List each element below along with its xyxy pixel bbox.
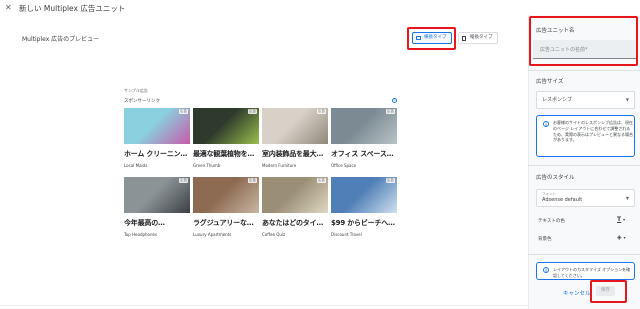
ad-size-info: i お客様のサイトのレスポンシブ広告は、現在のページ レイアウトに合わせて調整さ… <box>536 115 635 157</box>
divider <box>528 70 640 71</box>
ad-title: オフィス スペース… <box>331 150 394 158</box>
ad-card[interactable]: 広告今年最高の… Top Headphones <box>124 177 190 237</box>
ad-title: あなたはどのタイ… <box>262 219 324 227</box>
preview-label: Multiplex 広告のプレビュー <box>22 36 100 43</box>
ad-card[interactable]: 広告最適な観葉植物を… Green Thumb <box>193 108 259 168</box>
ad-card[interactable]: 広告ホーム クリーニン… Local Maids <box>124 108 190 168</box>
chevron-down-icon: ▼ <box>625 97 629 102</box>
highlight-tab <box>407 27 456 50</box>
ad-title: $99 からビーチへ… <box>331 219 395 227</box>
ad-title: ラグジュアリーな… <box>193 219 254 227</box>
ad-title: 室内装飾品を最大… <box>262 150 324 158</box>
font-select[interactable]: フォント Adsense default ▼ <box>536 189 635 207</box>
ad-image: 広告 <box>331 177 397 213</box>
ad-image: 広告 <box>124 108 190 144</box>
ad-card[interactable]: 広告オフィス スペース… Office Space <box>331 108 397 168</box>
ad-image: 広告 <box>193 108 259 144</box>
ad-advertiser: Green Thumb <box>193 163 221 168</box>
info-icon: i <box>543 121 549 127</box>
bg-color-label: 背景色 <box>538 237 552 242</box>
ad-size-info-text: お客様のサイトのレスポンシブ広告は、現在のページ レイアウトに合わせて調整される… <box>553 120 633 143</box>
ad-title: ホーム クリーニン… <box>124 150 188 158</box>
chevron-down-icon: ▾ <box>623 217 626 222</box>
ad-image: 広告 <box>193 177 259 213</box>
ad-image: 広告 <box>124 177 190 213</box>
tab-vertical-label: 縦長タイプ <box>470 35 493 40</box>
font-value: Adsense default <box>542 197 583 203</box>
tab-vertical[interactable]: 縦長タイプ <box>458 32 498 44</box>
info-icon: i <box>543 267 549 273</box>
ad-advertiser: Modern Furniture <box>262 163 297 168</box>
ad-advertiser: Office Space <box>331 163 357 168</box>
ad-advertiser: Discount Travel <box>331 232 362 237</box>
layout-info-text: レイアウトのカスタマイズ オプションを確認してください。 <box>553 267 631 278</box>
dialog-title: 新しい Multiplex 広告ユニット <box>19 4 126 13</box>
divider <box>528 165 640 166</box>
ad-size-select[interactable]: レスポンシブ ▼ <box>536 91 635 109</box>
ad-card[interactable]: 広告 $99 からビーチへ… Discount Travel <box>331 177 397 237</box>
ad-badge: 広告 <box>317 178 326 183</box>
ad-card[interactable]: 広告ラグジュアリーな… Luxury Apartments <box>193 177 259 237</box>
highlight-name-field <box>529 16 638 66</box>
ad-title: 最適な観葉植物を… <box>193 150 255 158</box>
close-icon[interactable]: ✕ <box>5 3 12 12</box>
ad-advertiser: Coffee Quiz <box>262 232 286 237</box>
divider <box>528 254 640 255</box>
cancel-button[interactable]: キャンセル <box>563 289 591 297</box>
text-color-label: テキストの色 <box>538 219 565 224</box>
ad-badge: 広告 <box>248 178 257 183</box>
layout-info: i レイアウトのカスタマイズ オプションを確認してください。 <box>536 262 635 280</box>
ad-advertiser: Top Headphones <box>124 232 158 237</box>
ad-badge: 広告 <box>179 178 188 183</box>
ad-card[interactable]: 広告室内装飾品を最大… Modern Furniture <box>262 108 328 168</box>
ad-badge: 広告 <box>248 109 257 114</box>
ad-card[interactable]: 広告あなたはどのタイ… Coffee Quiz <box>262 177 328 237</box>
top-bar: ✕ 新しい Multiplex 広告ユニット <box>0 0 640 16</box>
chevron-down-icon: ▼ <box>625 195 629 201</box>
ad-title: 今年最高の… <box>124 219 165 227</box>
ad-style-label: 広告のスタイル <box>536 175 575 181</box>
ad-image: 広告 <box>262 108 328 144</box>
ad-badge: 広告 <box>317 109 326 114</box>
paint-bucket-icon: ◈ <box>617 234 622 241</box>
adchoices-icon[interactable]: i <box>392 98 397 103</box>
ad-advertiser: Luxury Apartments <box>193 232 232 237</box>
ad-size-label: 広告サイズ <box>536 79 564 85</box>
ad-advertiser: Local Maids <box>124 163 148 168</box>
text-color-icon: T <box>617 216 622 223</box>
ad-size-value: レスポンシブ <box>542 97 573 103</box>
ad-image: 広告 <box>331 108 397 144</box>
ad-badge: 広告 <box>386 178 395 183</box>
ad-badge: 広告 <box>386 109 395 114</box>
divider <box>0 305 528 306</box>
ad-image: 広告 <box>262 177 328 213</box>
bg-color-picker[interactable]: ◈ ▾ <box>617 234 626 241</box>
vertical-layout-icon <box>462 35 466 41</box>
chevron-down-icon: ▾ <box>623 235 626 240</box>
ad-badge: 広告 <box>179 109 188 114</box>
sponsored-label: スポンサーリンク <box>124 99 160 104</box>
highlight-save <box>590 280 627 303</box>
sample-ad-label: サンプル広告 <box>124 88 148 93</box>
text-color-picker[interactable]: T ▾ <box>617 216 625 223</box>
